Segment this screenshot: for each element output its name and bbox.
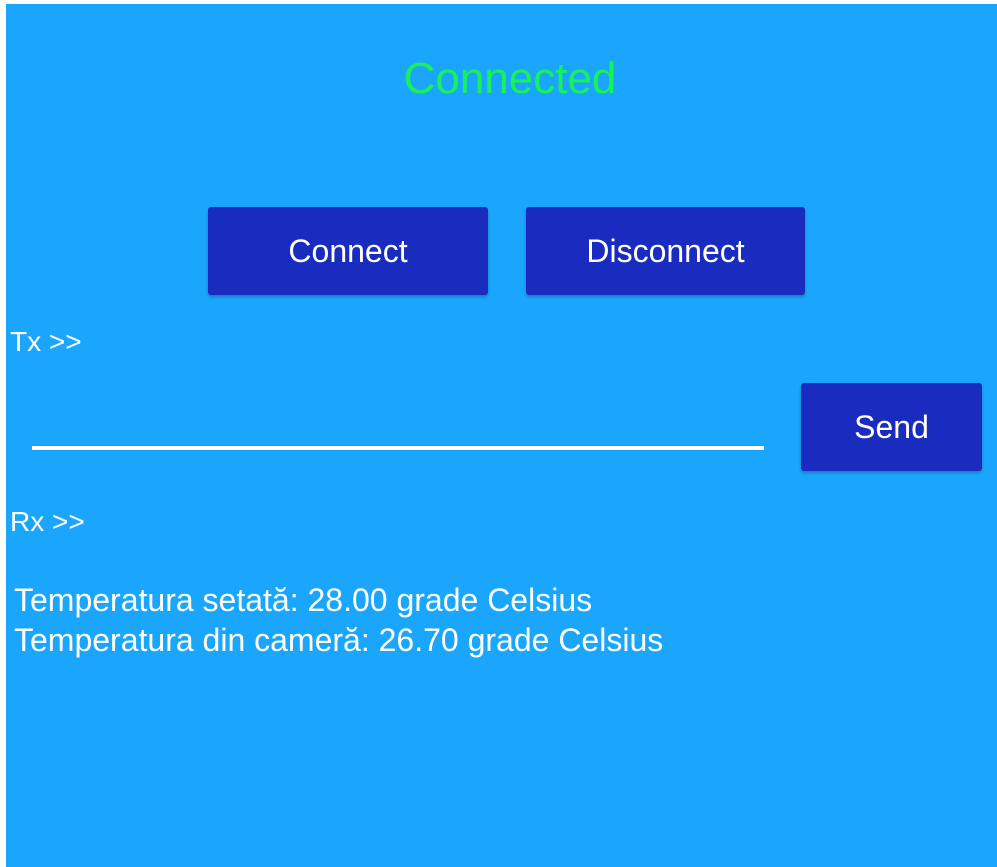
rx-label: Rx >> <box>10 506 85 537</box>
rx-line-set-temperature: Temperatura setată: 28.00 grade Celsius <box>14 582 593 618</box>
rx-line-room-temperature: Temperatura din cameră: 26.70 grade Cels… <box>14 622 664 658</box>
rx-output: Temperatura setată: 28.00 grade Celsius … <box>14 580 663 660</box>
disconnect-button[interactable]: Disconnect <box>526 207 805 295</box>
connect-button[interactable]: Connect <box>208 207 488 295</box>
connection-status: Connected <box>403 54 617 103</box>
send-button[interactable]: Send <box>801 383 982 471</box>
tx-input[interactable] <box>32 404 764 450</box>
app-screen: Connected Connect Disconnect Tx >> Send … <box>6 4 997 867</box>
tx-label: Tx >> <box>10 326 82 357</box>
